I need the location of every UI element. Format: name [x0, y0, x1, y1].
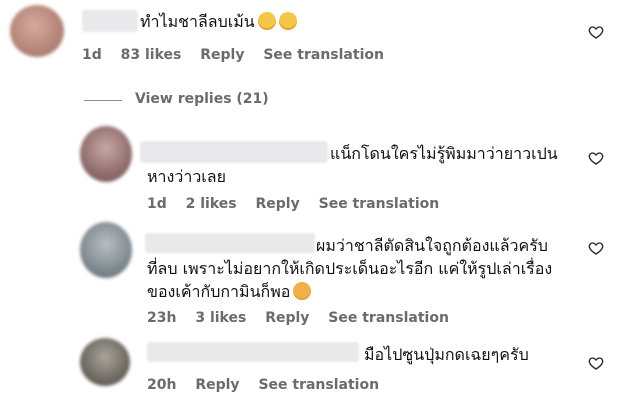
view-replies-button[interactable]: View replies (21) — [135, 91, 269, 107]
comment-meta: 1d 2 likes Reply See translation — [147, 196, 453, 212]
avatar[interactable] — [80, 338, 130, 386]
username[interactable] — [140, 141, 328, 163]
view-replies-divider — [84, 100, 122, 101]
heart-outline-icon[interactable] — [588, 240, 604, 256]
sad-face-emoji — [278, 12, 297, 30]
timestamp: 1d — [147, 196, 167, 212]
comment-meta: 23h 3 likes Reply See translation — [147, 310, 463, 326]
reply-button[interactable]: Reply — [265, 310, 309, 326]
heart-outline-icon[interactable] — [588, 150, 604, 166]
heart-outline-icon[interactable] — [588, 355, 604, 371]
timestamp: 23h — [147, 310, 177, 326]
comment-text: ทำไมชาลีลบเม้น — [140, 10, 297, 33]
comment-text: ผมว่าชาลีตัดสินใจถูกต้องแล้วครับ — [316, 236, 548, 255]
comment-meta: 1d 83 likes Reply See translation — [82, 47, 398, 63]
reply-button[interactable]: Reply — [200, 47, 244, 63]
comment-text: แน็กโดนใครไม่รู้พิมมาว่ายาวเปน — [330, 144, 558, 163]
comment-text-continued: ที่ลบ เพราะไม่อยากให้เกิดประเด็นอะไรอีก … — [147, 259, 553, 301]
see-translation-button[interactable]: See translation — [258, 377, 379, 393]
see-translation-button[interactable]: See translation — [263, 47, 384, 63]
likes-count[interactable]: 2 likes — [186, 196, 237, 212]
sad-face-emoji — [257, 12, 276, 30]
heart-outline-icon[interactable] — [588, 24, 604, 40]
comment-meta: 20h Reply See translation — [147, 377, 393, 393]
likes-count[interactable]: 3 likes — [195, 310, 246, 326]
comment-text-continued: หางว่าวเลย — [147, 167, 226, 186]
avatar[interactable] — [80, 126, 132, 182]
username[interactable] — [82, 10, 138, 32]
timestamp: 1d — [82, 47, 102, 63]
smiling-face-with-hearts-emoji — [293, 282, 312, 300]
avatar[interactable] — [80, 222, 132, 278]
see-translation-button[interactable]: See translation — [328, 310, 449, 326]
avatar[interactable] — [10, 5, 64, 57]
username[interactable] — [147, 342, 359, 362]
see-translation-button[interactable]: See translation — [319, 196, 440, 212]
likes-count[interactable]: 83 likes — [121, 47, 182, 63]
comment-text: มือไปซูนปุ่มกดเฉยๆครับ — [364, 345, 529, 364]
reply-button[interactable]: Reply — [256, 196, 300, 212]
username[interactable] — [145, 233, 315, 253]
timestamp: 20h — [147, 377, 177, 393]
reply-button[interactable]: Reply — [195, 377, 239, 393]
